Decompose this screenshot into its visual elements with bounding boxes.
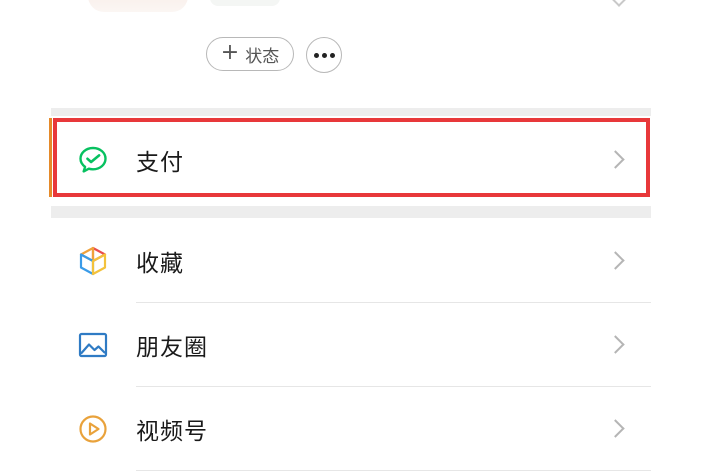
add-status-label: 状态 [245,46,280,67]
chevron-right-icon [606,251,625,270]
more-button[interactable] [306,37,342,73]
more-dot-icon [321,52,327,58]
more-dot-icon [329,52,335,58]
menu-item-label: 支付 [136,150,184,176]
menu-item-label: 收藏 [136,251,184,277]
menu-item-pay[interactable]: 支付 [51,120,651,200]
menu-item-moments[interactable]: 朋友圈 [51,304,651,386]
chevron-right-icon [606,335,625,354]
menu-item-label: 朋友圈 [136,335,208,361]
more-dot-icon [313,52,319,58]
avatar[interactable] [88,0,188,12]
profile-wechat-id-remnant [210,0,280,6]
section-divider [51,206,651,218]
wechat-pay-icon [77,144,109,176]
add-status-button[interactable]: + 状态 [206,37,294,71]
menu-item-channels[interactable]: 视频号 [51,388,651,470]
me-page: + 状态 支付 收藏 朋友圈 视频号 [0,0,703,471]
section-divider [51,108,651,116]
chevron-right-icon [606,419,625,438]
row-separator [136,302,651,303]
menu-item-label: 视频号 [136,419,208,445]
chevron-right-icon [606,150,625,169]
row-separator [136,386,651,387]
favorites-cube-icon [77,245,109,277]
channels-play-icon [77,413,109,445]
profile-chevron-right-icon[interactable] [609,0,629,7]
plus-icon: + [220,40,240,65]
menu-item-favorites[interactable]: 收藏 [51,220,651,302]
highlight-edge [49,118,52,197]
moments-image-icon [77,329,109,361]
